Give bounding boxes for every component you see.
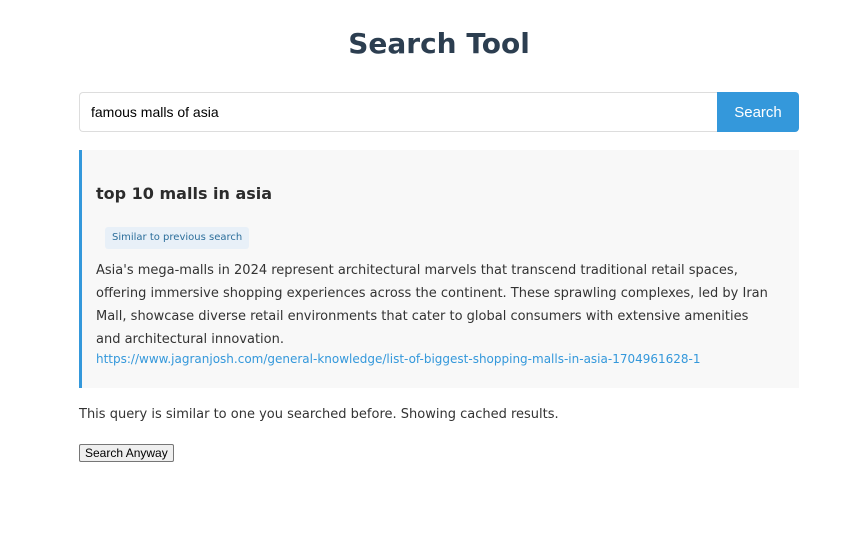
search-button[interactable]: Search bbox=[717, 92, 799, 132]
page-title: Search Tool bbox=[348, 27, 530, 60]
result-title: top 10 malls in asia bbox=[96, 184, 273, 203]
result-snippet: Asia's mega-malls in 2024 represent arch… bbox=[96, 263, 768, 347]
similar-search-badge: Similar to previous search bbox=[105, 227, 250, 249]
search-anyway-button[interactable]: Search Anyway bbox=[79, 444, 174, 462]
cache-notice-text: This query is similar to one you searche… bbox=[79, 407, 559, 422]
search-result-card: top 10 malls in asia Similar to previous… bbox=[79, 150, 799, 388]
search-input[interactable] bbox=[79, 92, 717, 132]
result-link[interactable]: https://www.jagranjosh.com/general-knowl… bbox=[96, 351, 701, 367]
search-bar: Search bbox=[79, 92, 799, 132]
